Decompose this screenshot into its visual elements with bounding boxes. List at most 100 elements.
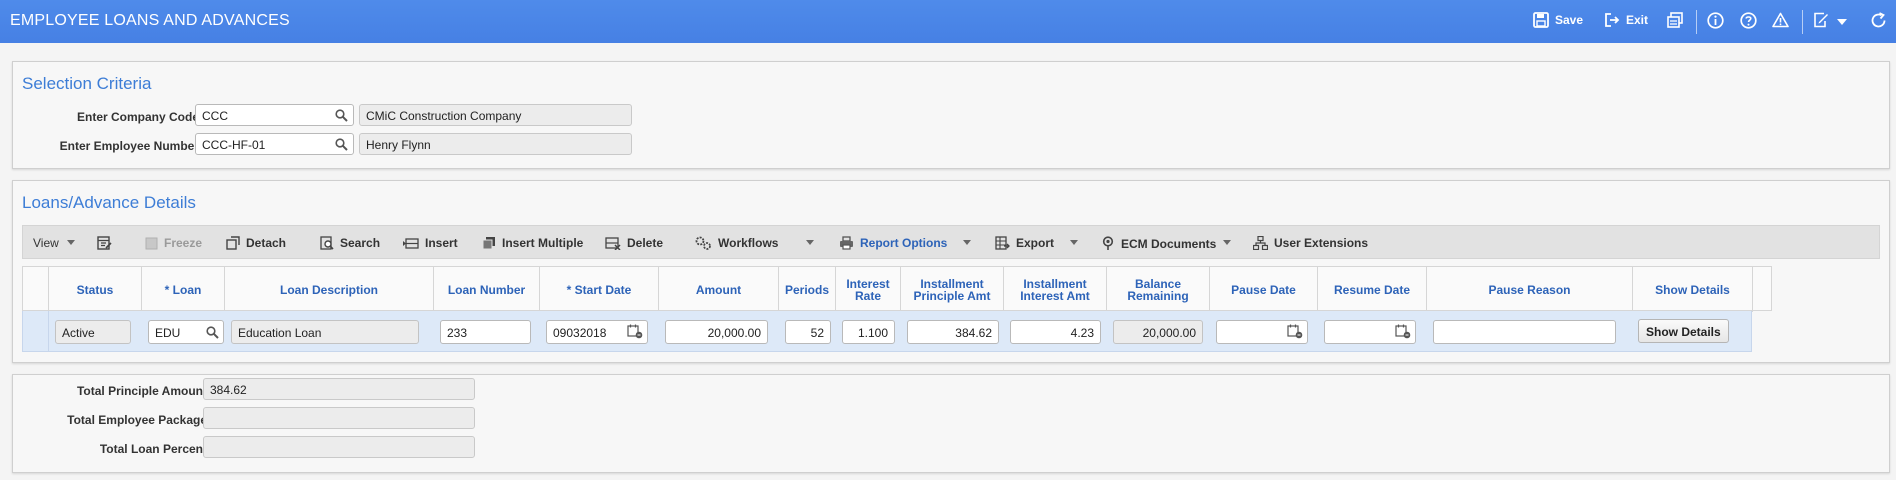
view-menu[interactable]: View (33, 236, 59, 250)
insert-row-icon (403, 238, 419, 249)
chevron-down-icon[interactable] (806, 240, 814, 245)
total-principle-value: 384.62 (203, 378, 475, 400)
loan-number-input[interactable]: 233 (440, 320, 531, 344)
total-employee-package-label: Total Employee Package (67, 413, 207, 427)
save-label: Save (1555, 13, 1584, 27)
periods-input[interactable]: 52 (785, 320, 831, 344)
hierarchy-icon (1253, 236, 1268, 250)
header-bar: EMPLOYEE LOANS AND ADVANCES Save Exit (0, 0, 1896, 43)
search-icon[interactable] (335, 109, 348, 122)
user-extensions-label: User Extensions (1274, 236, 1369, 250)
column-header-interest-rate[interactable]: Interest Rate (836, 267, 901, 312)
balance-remaining-cell: 20,000.00 (1113, 320, 1203, 344)
detach-label: Detach (246, 236, 287, 250)
workflows-button[interactable]: Workflows (695, 236, 778, 250)
column-header-periods[interactable]: Periods (779, 267, 836, 312)
balance-remaining-header-line1: Balance (1134, 276, 1182, 291)
loan-description-cell: Education Loan (231, 320, 419, 344)
employee-number-value: CCC-HF-01 (202, 138, 266, 152)
column-header-loan-description[interactable]: Loan Description (225, 267, 434, 312)
installment-principle-input[interactable]: 384.62 (907, 320, 999, 344)
total-loan-percent-value (203, 436, 475, 458)
insert-multiple-label: Insert Multiple (502, 236, 584, 250)
chevron-down-icon[interactable] (1223, 240, 1231, 245)
column-header-loan-number[interactable]: Loan Number (434, 267, 540, 312)
resume-date-input[interactable] (1324, 320, 1416, 344)
column-header-pause-date[interactable]: Pause Date (1210, 267, 1318, 312)
workflows-label: Workflows (718, 236, 779, 250)
company-code-value: CCC (202, 109, 228, 123)
total-employee-package-value (203, 407, 475, 429)
column-header-resume-date[interactable]: Resume Date (1318, 267, 1427, 312)
chevron-down-icon[interactable] (963, 240, 971, 245)
interest-rate-header-line2: Rate (854, 288, 881, 303)
calendar-icon[interactable] (627, 324, 643, 339)
loan-code-input[interactable]: EDU (148, 320, 224, 344)
interest-rate-header-line1: Interest (846, 276, 890, 291)
edit-menu-dropdown[interactable] (1837, 19, 1847, 25)
total-principle-label: Total Principle Amount (76, 384, 207, 398)
amount-input[interactable]: 20,000.00 (665, 320, 768, 344)
report-options-button[interactable]: Report Options (839, 236, 947, 250)
column-header-amount[interactable]: Amount (659, 267, 779, 312)
grid-header-row: Status * Loan Loan Description Loan Numb… (22, 266, 1772, 312)
company-code-input[interactable]: CCC (195, 104, 354, 126)
start-date-value: 09032018 (553, 326, 607, 340)
installment-interest-input[interactable]: 4.23 (1010, 320, 1101, 344)
refresh-button[interactable] (1870, 12, 1887, 29)
delete-button[interactable]: Delete (605, 236, 663, 250)
column-settings-button[interactable] (97, 236, 118, 250)
header-separator (1696, 10, 1697, 34)
interest-rate-input[interactable]: 1.100 (842, 320, 895, 344)
column-header-start-date[interactable]: * Start Date (540, 267, 659, 312)
export-button[interactable]: Export (995, 236, 1054, 250)
pause-reason-input[interactable] (1433, 320, 1616, 344)
search-icon[interactable] (206, 326, 219, 339)
column-header-installment-interest[interactable]: Installment Interest Amt (1004, 267, 1107, 312)
employee-number-label: Enter Employee Number (59, 139, 199, 153)
search-label: Search (340, 236, 381, 250)
detach-button[interactable]: Detach (226, 236, 286, 250)
save-button[interactable]: Save (1533, 12, 1583, 28)
table-row[interactable]: Active EDU Education Loan 233 09032018 2… (22, 311, 1752, 352)
pause-date-input[interactable] (1216, 320, 1308, 344)
detach-icon (226, 236, 240, 250)
chevron-down-icon[interactable] (1070, 240, 1078, 245)
search-icon[interactable] (335, 138, 348, 151)
freeze-label: Freeze (164, 236, 203, 250)
edit-menu-button[interactable] (1813, 12, 1829, 28)
insert-multiple-button[interactable]: Insert Multiple (482, 236, 583, 250)
calendar-icon[interactable] (1287, 324, 1303, 339)
warning-icon (1772, 12, 1789, 28)
view-label: View (33, 236, 59, 250)
print-button[interactable] (1667, 12, 1683, 28)
column-header-loan[interactable]: * Loan (142, 267, 225, 312)
info-icon (1707, 12, 1724, 29)
start-date-input[interactable]: 09032018 (546, 320, 648, 344)
total-loan-percent-label: Total Loan Percent (99, 442, 207, 456)
export-table-icon (995, 236, 1010, 250)
employee-number-input[interactable]: CCC-HF-01 (195, 133, 354, 155)
column-header-installment-principle[interactable]: Installment Principle Amt (901, 267, 1004, 312)
info-button[interactable] (1707, 12, 1724, 29)
search-button[interactable]: Search (320, 236, 380, 250)
column-header-balance-remaining[interactable]: Balance Remaining (1107, 267, 1210, 312)
row-selector[interactable] (23, 311, 49, 351)
calendar-icon[interactable] (1395, 324, 1411, 339)
freeze-button[interactable]: Freeze (145, 236, 202, 250)
insert-button[interactable]: Insert (403, 236, 458, 250)
insert-multiple-icon (482, 237, 495, 250)
alerts-button[interactable] (1772, 12, 1789, 28)
chevron-down-icon (1837, 19, 1847, 25)
exit-button[interactable]: Exit (1604, 12, 1648, 28)
ecm-documents-button[interactable]: ECM Documents (1101, 236, 1216, 251)
show-details-button[interactable]: Show Details (1638, 319, 1729, 343)
freeze-icon (145, 237, 158, 249)
totals-panel: Total Principle Amount 384.62 Total Empl… (12, 374, 1890, 473)
help-button[interactable] (1740, 12, 1757, 29)
column-header-status[interactable]: Status (49, 267, 142, 312)
user-extensions-button[interactable]: User Extensions (1253, 236, 1368, 250)
column-header-show-details[interactable]: Show Details (1633, 267, 1753, 312)
chevron-down-icon[interactable] (67, 240, 75, 245)
column-header-pause-reason[interactable]: Pause Reason (1427, 267, 1633, 312)
